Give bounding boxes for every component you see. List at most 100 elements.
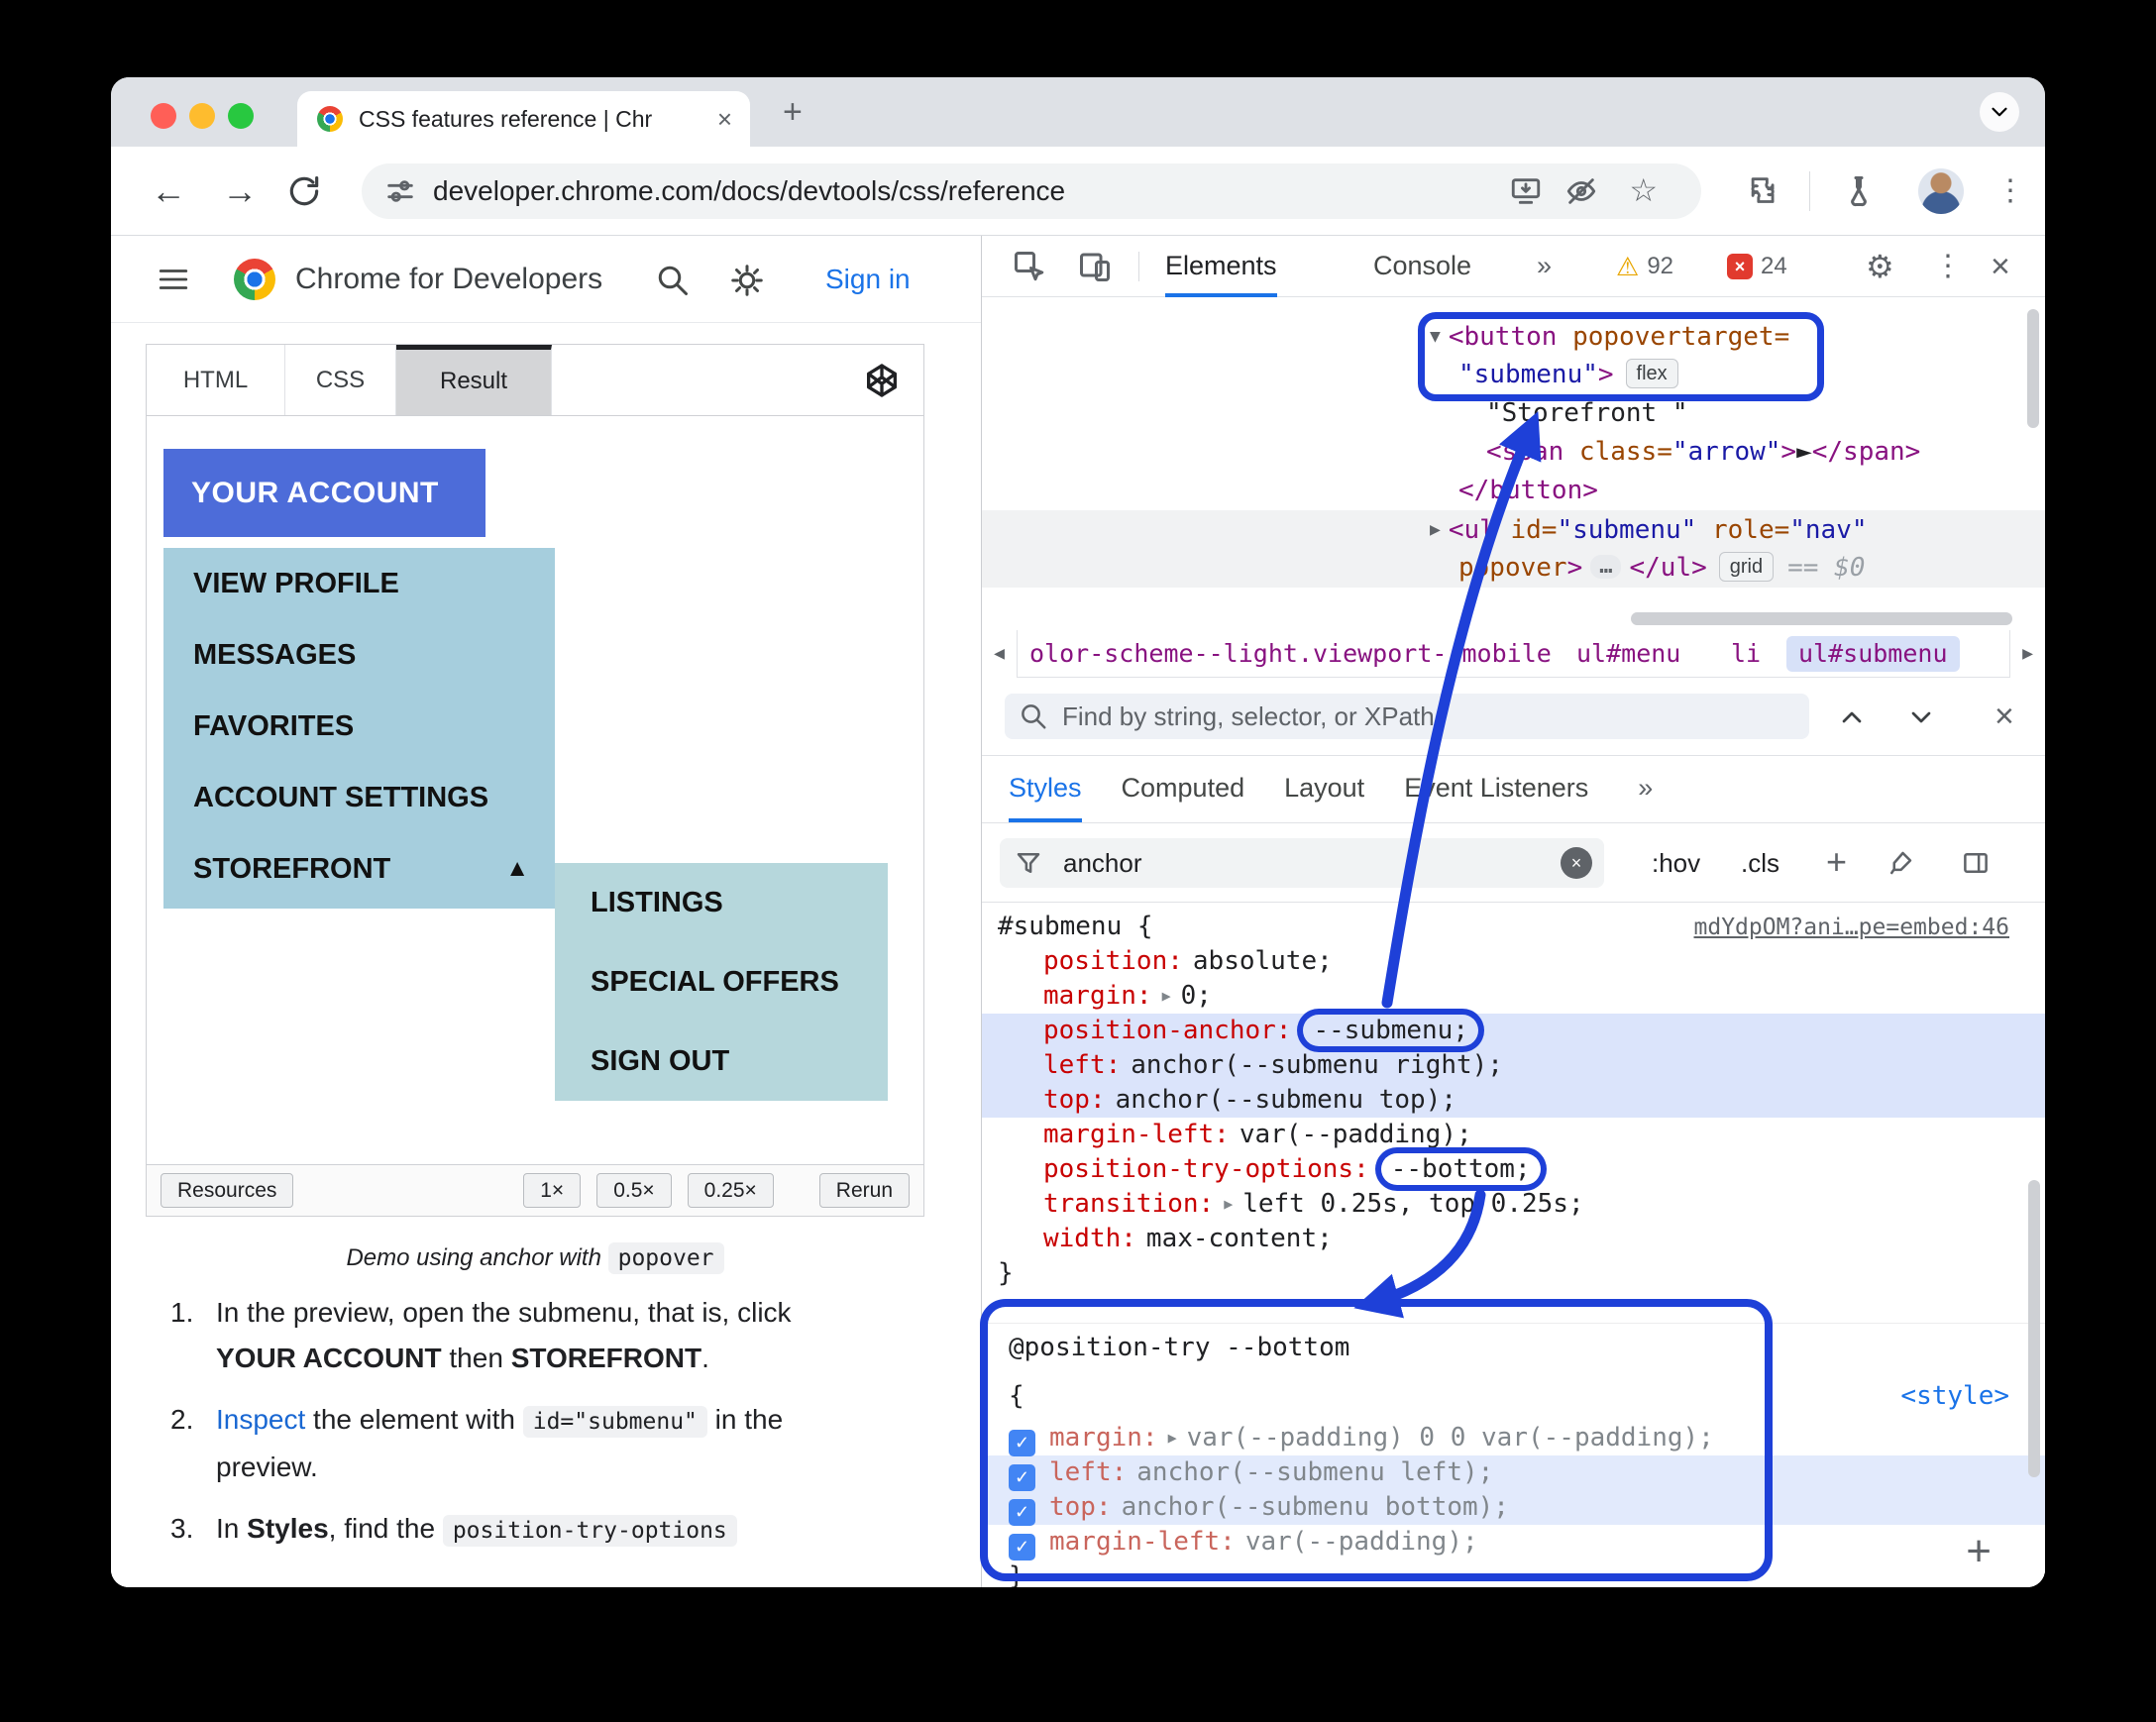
tab-css[interactable]: CSS bbox=[285, 345, 396, 415]
flex-badge[interactable]: flex bbox=[1625, 359, 1678, 388]
errors-badge[interactable]: × 24 bbox=[1727, 236, 1787, 297]
expand-icon[interactable]: ▶ bbox=[1162, 987, 1171, 1005]
breadcrumb-item[interactable]: olor-scheme--light.viewport--mobile bbox=[1029, 630, 1552, 678]
styles-scrollbar[interactable] bbox=[2028, 1180, 2040, 1477]
address-bar[interactable]: developer.chrome.com/docs/devtools/css/r… bbox=[362, 163, 1701, 219]
tree-expanded-icon[interactable]: ▼ bbox=[1430, 326, 1441, 347]
dom-line-button-close[interactable]: </button> bbox=[1458, 472, 1598, 510]
menu-item[interactable]: ACCOUNT SETTINGS bbox=[163, 762, 555, 833]
tune-icon[interactable] bbox=[383, 174, 417, 208]
rule-selector[interactable]: #submenu { bbox=[998, 910, 1153, 944]
extensions-puzzle-icon[interactable] bbox=[1746, 173, 1781, 209]
browser-tab[interactable]: CSS features reference | Chr × bbox=[297, 91, 750, 147]
close-devtools-icon[interactable]: × bbox=[1991, 236, 2010, 297]
new-rule-plus-button[interactable]: + bbox=[1966, 1527, 1992, 1576]
search-icon[interactable] bbox=[655, 263, 691, 298]
scale-1x-button[interactable]: 1× bbox=[523, 1173, 582, 1208]
breadcrumb-item-selected[interactable]: ul#submenu bbox=[1786, 636, 1960, 672]
crumb-scroll-right[interactable]: ▶ bbox=[2009, 630, 2045, 678]
tree-collapsed-icon[interactable]: ▶ bbox=[1430, 519, 1441, 540]
tab-styles[interactable]: Styles bbox=[1009, 756, 1082, 822]
find-input[interactable]: Find by string, selector, or XPath bbox=[1005, 694, 1809, 739]
rendering-brush-icon[interactable] bbox=[1886, 848, 1915, 878]
devtools-menu-kebab-icon[interactable]: ⋮ bbox=[1933, 236, 1963, 297]
minimize-window-button[interactable] bbox=[189, 103, 215, 129]
css-declaration[interactable]: position: absolute; bbox=[1043, 944, 1333, 979]
expand-icon[interactable]: ▶ bbox=[1168, 1429, 1177, 1447]
dom-line-ul-close[interactable]: popover>… </ul> grid == $0 bbox=[1458, 549, 1865, 588]
css-declaration-position-anchor[interactable]: position-anchor: --submenu; bbox=[1043, 1014, 1478, 1048]
more-tabs-button[interactable]: » bbox=[1537, 236, 1552, 295]
css-declaration[interactable]: width: max-content; bbox=[1043, 1222, 1333, 1256]
new-tab-button[interactable]: + bbox=[783, 89, 803, 135]
css-declaration-checkable[interactable]: ✓ margin: ▶ var(--padding) 0 0 var(--paddin… bbox=[1009, 1421, 1714, 1456]
close-window-button[interactable] bbox=[151, 103, 176, 129]
dom-line-ul-open[interactable]: ▶ <ul id="submenu" role="nav" bbox=[1430, 510, 1868, 549]
tab-elements[interactable]: Elements bbox=[1165, 236, 1277, 297]
menu-item[interactable]: VIEW PROFILE bbox=[163, 548, 555, 619]
stylesheet-source-link[interactable]: mdYdpOM?ani…pe=embed:46 bbox=[1694, 911, 2010, 945]
horizontal-scrollbar[interactable] bbox=[1631, 612, 2012, 625]
css-declaration-checkable[interactable]: ✓ top: anchor(--submenu bottom); bbox=[1009, 1490, 1509, 1526]
tab-event-listeners[interactable]: Event Listeners bbox=[1404, 756, 1588, 822]
rerun-button[interactable]: Rerun bbox=[818, 1173, 910, 1208]
reload-button[interactable] bbox=[285, 172, 323, 210]
menu-item[interactable]: MESSAGES bbox=[163, 619, 555, 691]
browser-menu-kebab-icon[interactable]: ⋮ bbox=[1995, 173, 2025, 209]
warnings-badge[interactable]: ⚠ 92 bbox=[1616, 236, 1673, 297]
theme-sun-icon[interactable] bbox=[729, 263, 765, 298]
dom-line-span[interactable]: <span class="arrow">►</span> bbox=[1486, 433, 1920, 472]
declaration-checkbox[interactable]: ✓ bbox=[1009, 1430, 1035, 1456]
install-icon[interactable] bbox=[1509, 174, 1543, 208]
tab-computed[interactable]: Computed bbox=[1122, 756, 1245, 822]
back-button[interactable]: ← bbox=[151, 147, 186, 236]
css-declaration-checkable[interactable]: ✓ margin-left: var(--padding); bbox=[1009, 1525, 1478, 1561]
dom-line-button-open[interactable]: ▼ <button popovertarget= bbox=[1430, 317, 1789, 356]
tab-html[interactable]: HTML bbox=[147, 345, 285, 415]
toggle-hover-state-button[interactable]: :hov bbox=[1652, 823, 1700, 903]
tab-search-button[interactable] bbox=[1980, 92, 2019, 132]
hamburger-menu-icon[interactable] bbox=[156, 263, 191, 296]
tab-result[interactable]: Result bbox=[396, 345, 552, 415]
css-declaration[interactable]: left: anchor(--submenu right); bbox=[1043, 1048, 1503, 1083]
breadcrumb-item[interactable]: ul#menu bbox=[1576, 630, 1680, 678]
declaration-checkbox[interactable]: ✓ bbox=[1009, 1499, 1035, 1526]
zoom-window-button[interactable] bbox=[228, 103, 254, 129]
dom-line-text[interactable]: "Storefront " bbox=[1486, 394, 1688, 433]
submenu-item[interactable]: LISTINGS bbox=[555, 863, 888, 942]
declaration-checkbox[interactable]: ✓ bbox=[1009, 1464, 1035, 1491]
profile-avatar[interactable] bbox=[1918, 168, 1964, 214]
scale-05x-button[interactable]: 0.5× bbox=[596, 1173, 672, 1208]
settings-gear-icon[interactable]: ⚙ bbox=[1866, 236, 1894, 297]
tab-console[interactable]: Console bbox=[1373, 236, 1471, 297]
submenu-item[interactable]: SPECIAL OFFERS bbox=[555, 942, 888, 1022]
position-try-header[interactable]: @position-try --bottom bbox=[1009, 1331, 1349, 1365]
css-declaration[interactable]: transition: ▶ left 0.25s, top 0.25s; bbox=[1043, 1187, 1584, 1222]
new-style-rule-button[interactable]: + bbox=[1826, 823, 1847, 901]
inspect-link[interactable]: Inspect bbox=[216, 1404, 305, 1435]
tab-layout[interactable]: Layout bbox=[1284, 756, 1364, 822]
find-close-icon[interactable]: × bbox=[1994, 678, 2014, 756]
menu-item[interactable]: FAVORITES bbox=[163, 691, 555, 762]
dom-line-button-attr[interactable]: "submenu"> flex bbox=[1458, 356, 1678, 394]
submenu-item[interactable]: SIGN OUT bbox=[555, 1022, 888, 1101]
grid-badge[interactable]: grid bbox=[1718, 552, 1775, 582]
codepen-icon[interactable] bbox=[862, 361, 902, 400]
url-text[interactable]: developer.chrome.com/docs/devtools/css/r… bbox=[433, 163, 1065, 219]
css-declaration[interactable]: margin: ▶ 0; bbox=[1043, 979, 1212, 1014]
inspect-element-icon[interactable] bbox=[1012, 249, 1047, 284]
declaration-checkbox[interactable]: ✓ bbox=[1009, 1534, 1035, 1561]
expand-icon[interactable]: ▶ bbox=[1224, 1195, 1233, 1213]
sidebar-toggle-icon[interactable] bbox=[1961, 848, 1991, 878]
chrome-logo-icon[interactable] bbox=[234, 259, 275, 300]
css-declaration[interactable]: margin-left: var(--padding); bbox=[1043, 1118, 1472, 1152]
find-next-icon[interactable] bbox=[1905, 701, 1937, 733]
site-brand[interactable]: Chrome for Developers bbox=[295, 236, 602, 323]
css-declaration-position-try-options[interactable]: position-try-options: --bottom; bbox=[1043, 1152, 1541, 1187]
device-toolbar-icon[interactable] bbox=[1077, 249, 1113, 284]
chrome-labs-flask-icon[interactable] bbox=[1841, 173, 1877, 209]
vertical-scrollbar[interactable] bbox=[2027, 309, 2039, 428]
forward-button[interactable]: → bbox=[222, 147, 258, 236]
find-previous-icon[interactable] bbox=[1836, 701, 1868, 733]
css-declaration-checkable[interactable]: ✓ left: anchor(--submenu left); bbox=[1009, 1455, 1493, 1491]
